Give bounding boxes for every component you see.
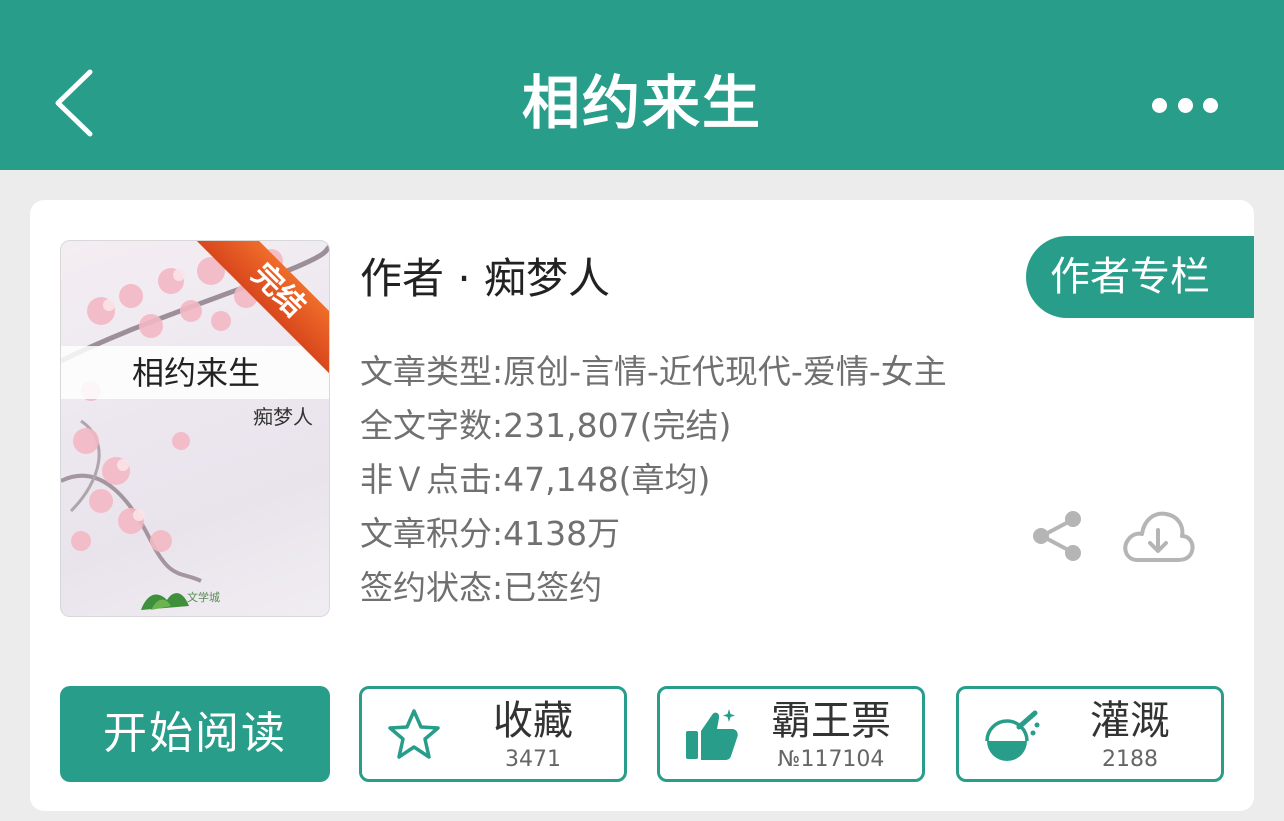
more-dots-icon: [1152, 97, 1167, 113]
cloud-download-icon: [1123, 511, 1195, 562]
water-button[interactable]: 灌溉 2188: [956, 686, 1224, 782]
info-word-count: 全文字数:231,807(完结): [360, 406, 732, 445]
share-icon: [1033, 511, 1081, 561]
info-score: 文章积分:4138万: [360, 514, 621, 553]
info-sign-status: 签约状态:已签约: [360, 568, 603, 607]
water-count: 2188: [1102, 747, 1158, 772]
author-column-button[interactable]: 作者专栏: [1026, 236, 1254, 318]
start-reading-button[interactable]: 开始阅读: [60, 686, 330, 782]
top-bar: 相约来生: [0, 0, 1284, 170]
page-title: 相约来生: [521, 69, 762, 137]
favorite-count: 3471: [505, 747, 561, 772]
cover-author: 痴梦人: [253, 405, 313, 429]
vote-count: №117104: [777, 747, 885, 772]
info-genre: 文章类型:原创-言情-近代现代-爱情-女主: [360, 352, 947, 391]
watering-flask-icon: [985, 710, 1040, 761]
favorite-label: 收藏: [493, 698, 573, 744]
book-cover[interactable]: 相约来生 痴梦人 完结 文学城: [60, 240, 330, 617]
vote-label: 霸王票: [771, 698, 891, 744]
share-button[interactable]: [1030, 510, 1084, 562]
author-name[interactable]: 作者 · 痴梦人: [360, 250, 610, 308]
info-clicks: 非Ｖ点击:47,148(章均): [360, 460, 711, 499]
more-button[interactable]: [1152, 88, 1218, 122]
cover-title: 相约来生: [131, 354, 260, 392]
favorite-button[interactable]: 收藏 3471: [359, 686, 627, 782]
star-icon: [388, 709, 440, 759]
water-label: 灌溉: [1090, 698, 1170, 744]
vote-button[interactable]: 霸王票 №117104: [657, 686, 925, 782]
download-button[interactable]: [1120, 508, 1196, 564]
cover-logo-text: 文学城: [187, 591, 220, 604]
thumbs-up-icon: [686, 709, 738, 760]
book-info-list: 文章类型:原创-言情-近代现代-爱情-女主 全文字数:231,807(完结) 非…: [360, 345, 947, 615]
